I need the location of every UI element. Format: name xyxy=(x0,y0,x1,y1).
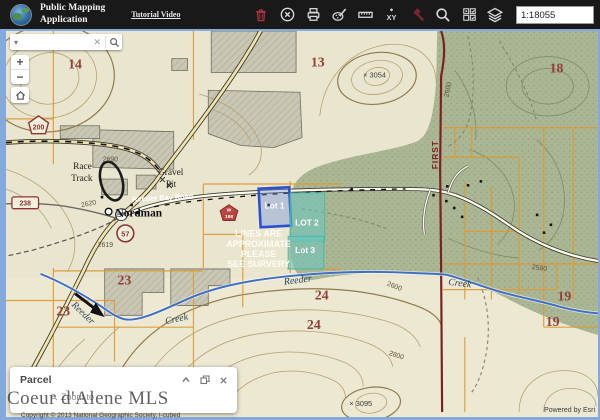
map-search-bar: ▾ ✕ xyxy=(10,34,122,50)
nordman-town-marker xyxy=(105,208,112,215)
panel-dock-button[interactable] xyxy=(200,375,210,385)
svg-text:FIRST: FIRST xyxy=(430,140,440,169)
svg-text:× 3095: × 3095 xyxy=(349,399,372,408)
svg-text:XY: XY xyxy=(386,13,396,22)
app-title-line1: Public Mapping xyxy=(40,3,105,15)
trash-icon xyxy=(253,7,269,23)
xy-coordinates-button[interactable]: XY xyxy=(380,4,402,26)
print-button[interactable] xyxy=(302,4,324,26)
svg-text:57: 57 xyxy=(121,229,129,238)
scale-field-wrap xyxy=(516,5,594,25)
parcel-panel-header: Parcel xyxy=(10,367,237,386)
svg-text:2619: 2619 xyxy=(98,242,113,249)
panel-collapse-button[interactable] xyxy=(181,375,191,385)
svg-text:PLEASE: PLEASE xyxy=(241,249,277,259)
tools-button[interactable] xyxy=(406,4,428,26)
layers-button[interactable] xyxy=(484,4,506,26)
svg-text:23: 23 xyxy=(117,273,131,288)
app-logo-globe-icon xyxy=(10,4,32,26)
zoom-in-button[interactable]: + xyxy=(11,55,29,69)
xy-coordinates-icon: XY xyxy=(383,6,400,23)
zoom-control: + − xyxy=(11,55,29,84)
powered-by-esri: Powered by Esri xyxy=(544,407,595,414)
search-input[interactable] xyxy=(22,36,89,48)
svg-text:14: 14 xyxy=(68,57,82,72)
palette-pencil-icon xyxy=(331,6,348,23)
parcel-panel-title: Parcel xyxy=(20,374,52,386)
app-title-line2: Application xyxy=(40,15,105,27)
svg-text:198: 198 xyxy=(225,214,233,220)
search-submit-button[interactable] xyxy=(106,37,122,48)
zoom-out-button[interactable]: − xyxy=(11,70,29,84)
svg-text:24: 24 xyxy=(307,317,321,332)
layers-icon xyxy=(486,6,504,24)
svg-text:Nordman: Nordman xyxy=(116,208,163,220)
lot1-label: Lot 1 xyxy=(265,201,285,211)
svg-text:13: 13 xyxy=(311,55,325,70)
search-icon xyxy=(434,6,452,24)
toolbar: XY xyxy=(250,4,594,26)
svg-text:Pit: Pit xyxy=(166,180,177,190)
delete-graphics-button[interactable] xyxy=(250,4,272,26)
svg-text:SEE SURVERY: SEE SURVERY xyxy=(227,259,290,269)
duplicate-window-icon xyxy=(200,375,210,385)
svg-text:W: W xyxy=(227,208,232,214)
copyright-attribution: Copyright © 2013 National Geographic Soc… xyxy=(21,412,180,419)
home-extent-button[interactable] xyxy=(11,87,29,103)
mls-watermark: Coeur d'Alene MLS xyxy=(7,388,169,410)
scale-input[interactable] xyxy=(516,6,594,24)
ruler-icon xyxy=(357,6,374,23)
magnifier-icon xyxy=(109,37,120,48)
svg-text:Track: Track xyxy=(71,174,93,184)
header-bar: Public Mapping Application Tutorial Vide… xyxy=(0,0,600,29)
search-options-caret-icon[interactable]: ▾ xyxy=(10,38,22,47)
chevron-up-icon xyxy=(181,375,191,385)
circle-x-icon xyxy=(279,6,296,23)
map-viewport: 200 238 57 57 W 198 14 13 18 23 23 24 xyxy=(0,29,600,420)
svg-text:23: 23 xyxy=(56,303,70,318)
app-title: Public Mapping Application xyxy=(40,3,105,27)
gavel-icon xyxy=(409,6,426,23)
svg-text:19: 19 xyxy=(546,314,560,329)
bookmarks-button[interactable] xyxy=(458,4,480,26)
svg-text:24: 24 xyxy=(315,288,329,303)
svg-text:× 3054: × 3054 xyxy=(363,70,386,79)
svg-text:Gravel: Gravel xyxy=(158,168,184,178)
search-clear-icon[interactable]: ✕ xyxy=(89,37,105,48)
svg-text:LINES ARE: LINES ARE xyxy=(235,228,282,238)
panel-close-button[interactable] xyxy=(219,376,228,385)
svg-text:Race: Race xyxy=(73,162,92,172)
home-icon xyxy=(15,90,26,101)
map-canvas[interactable]: 200 238 57 57 W 198 14 13 18 23 23 24 xyxy=(6,31,598,417)
lot2-label: LOT 2 xyxy=(295,217,319,227)
bookmarks-grid-icon xyxy=(461,6,478,23)
lot3-label: Lot 3 xyxy=(295,245,315,255)
svg-text:238: 238 xyxy=(19,201,31,208)
close-tool-button[interactable] xyxy=(276,4,298,26)
printer-icon xyxy=(305,6,322,23)
svg-text:18: 18 xyxy=(550,60,564,75)
close-icon xyxy=(219,376,228,385)
draw-button[interactable] xyxy=(328,4,350,26)
tutorial-video-link[interactable]: Tutorial Video xyxy=(131,10,180,19)
svg-text:200: 200 xyxy=(33,125,45,132)
survey-annotation: LINES ARE APPROXIMATE PLEASE SEE SURVERY xyxy=(226,228,290,269)
search-tool-button[interactable] xyxy=(432,4,454,26)
svg-text:2690: 2690 xyxy=(103,156,118,163)
svg-text:19: 19 xyxy=(558,289,572,304)
measure-button[interactable] xyxy=(354,4,376,26)
svg-text:APPROXIMATE: APPROXIMATE xyxy=(226,239,290,249)
app-window: Public Mapping Application Tutorial Vide… xyxy=(0,0,600,420)
